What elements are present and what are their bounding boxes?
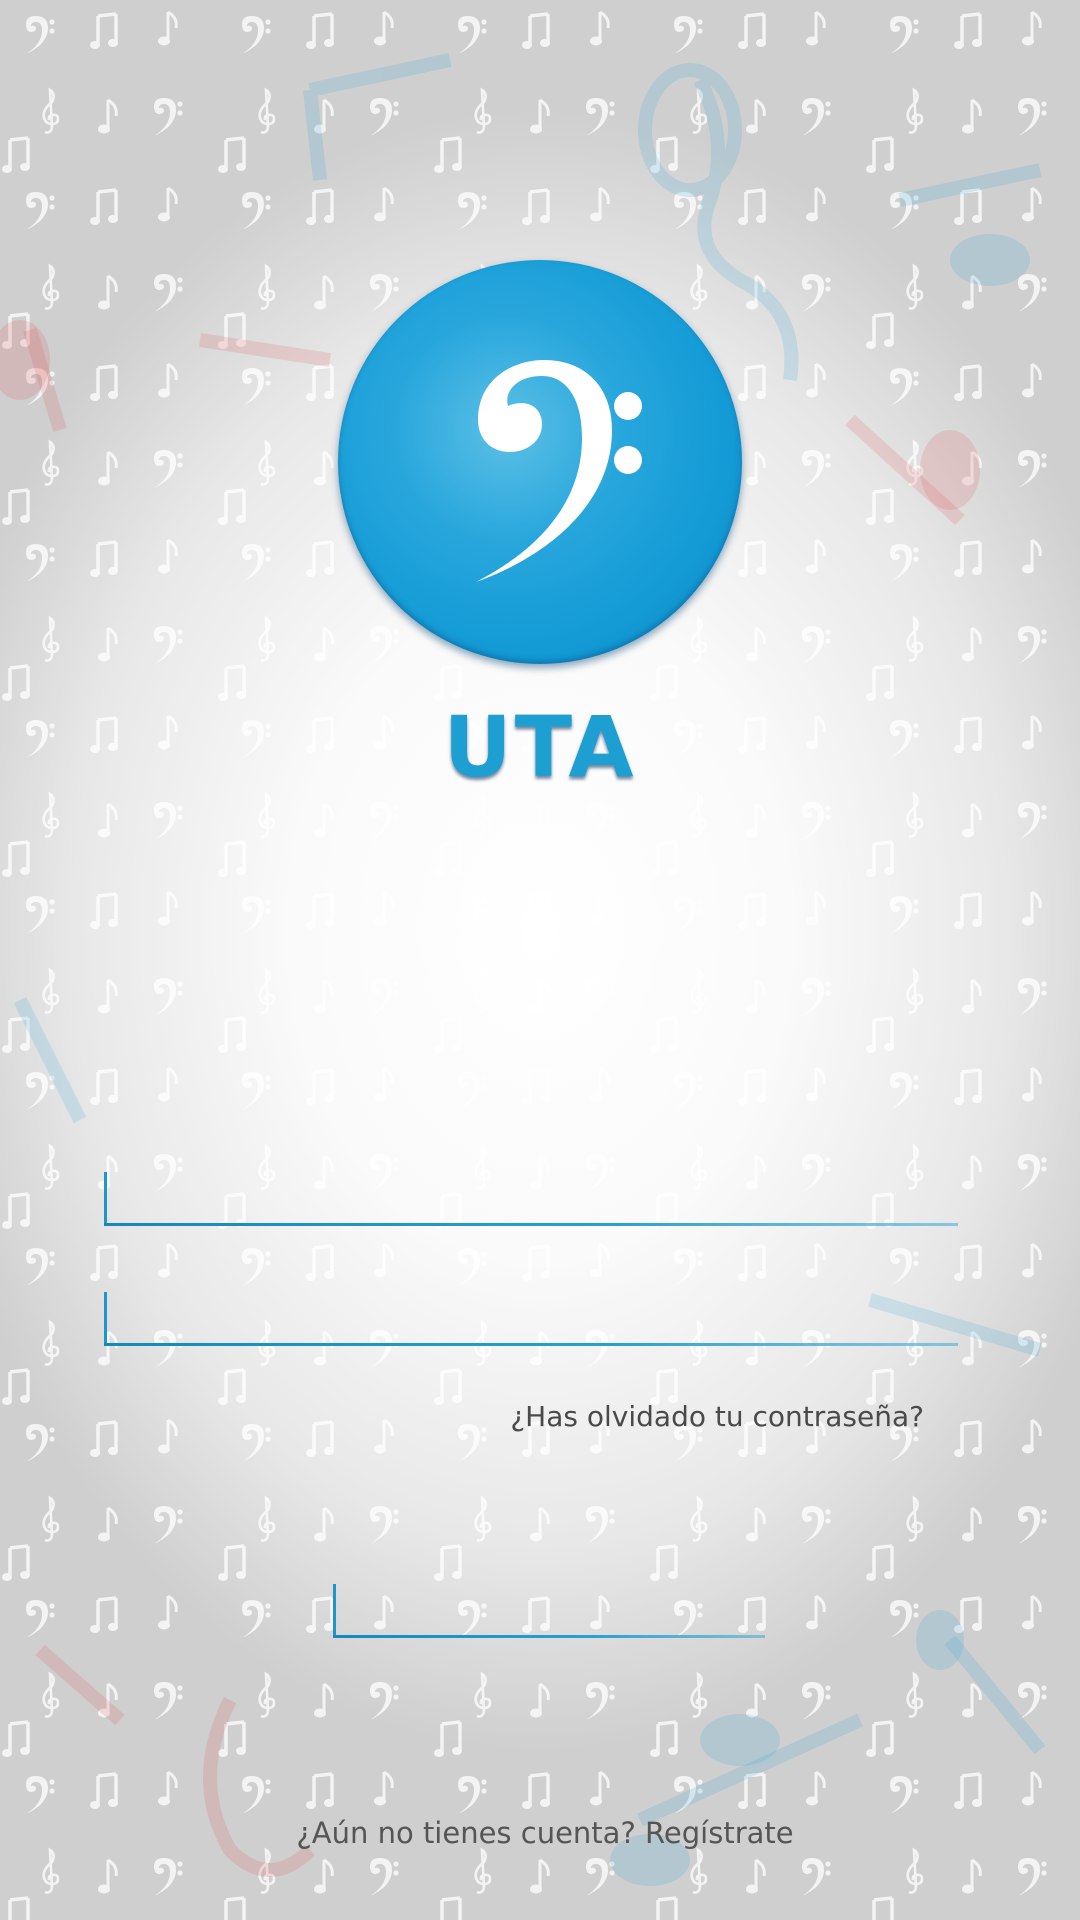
field-underline — [104, 1343, 958, 1346]
forgot-password-link[interactable]: ¿Has olvidado tu contraseña? — [510, 1400, 924, 1433]
field-left-tick — [104, 1172, 107, 1226]
login-screen: UTA ¿Has olvidado tu contraseña? ¿Aún no… — [0, 0, 1080, 1920]
field-left-tick — [104, 1292, 107, 1346]
username-input[interactable] — [116, 1172, 958, 1224]
bass-clef-icon — [476, 360, 642, 582]
app-title: UTA — [443, 698, 637, 796]
field-underline — [104, 1223, 958, 1226]
login-button[interactable] — [333, 1584, 765, 1638]
password-input[interactable] — [116, 1292, 958, 1344]
username-field[interactable] — [104, 1172, 958, 1226]
register-link[interactable]: ¿Aún no tienes cuenta? Regístrate — [0, 1816, 1080, 1850]
login-input[interactable] — [345, 1584, 765, 1636]
password-field[interactable] — [104, 1292, 958, 1346]
field-underline — [333, 1635, 765, 1638]
field-left-tick — [333, 1584, 336, 1638]
app-logo — [338, 260, 742, 664]
